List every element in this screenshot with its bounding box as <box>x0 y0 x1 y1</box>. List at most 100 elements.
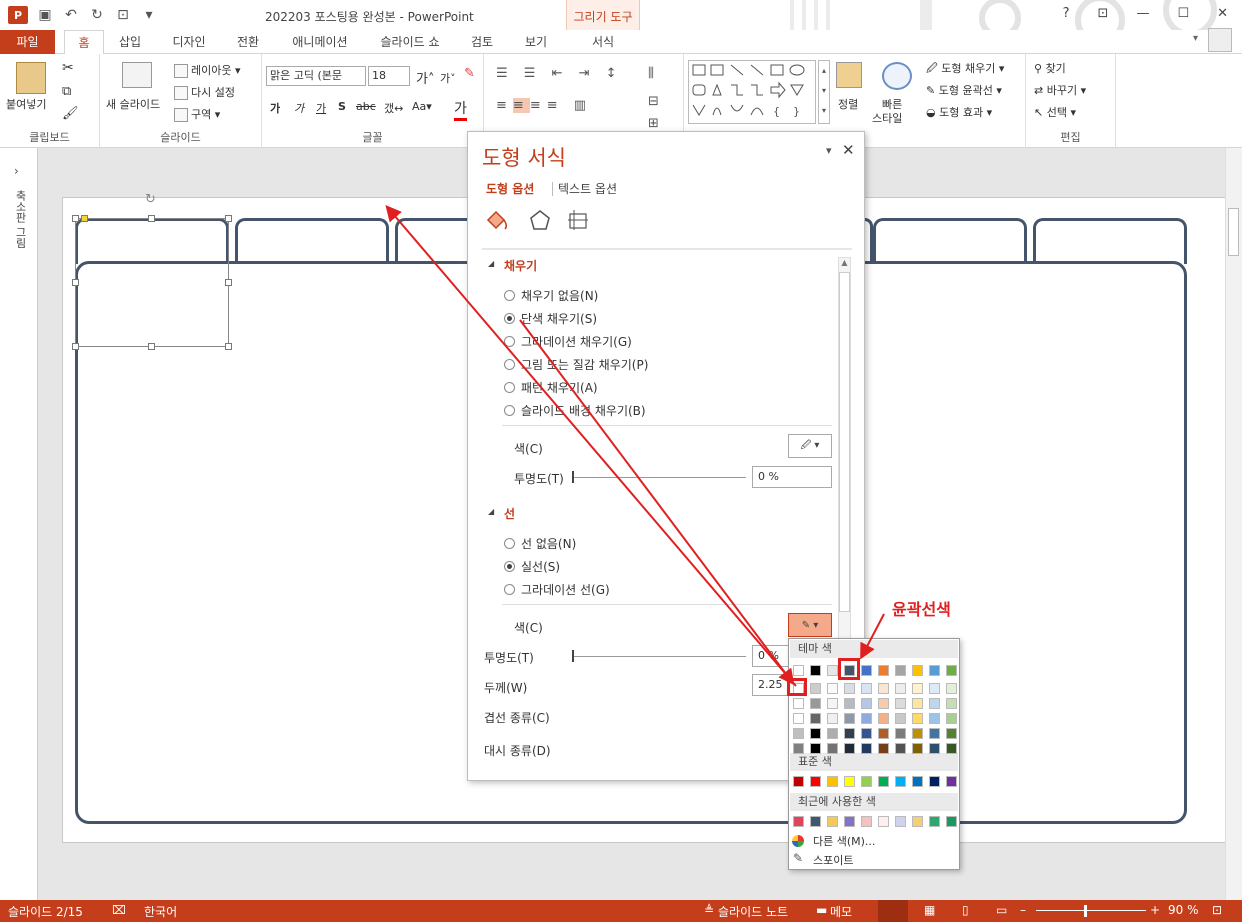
theme-color-shade-swatch[interactable] <box>844 728 855 739</box>
rotate-handle-icon[interactable]: ↻ <box>145 192 156 207</box>
tab-format[interactable]: 서식 <box>580 30 626 54</box>
tab-insert[interactable]: 삽입 <box>110 30 150 54</box>
recent-color-swatch[interactable] <box>878 816 889 827</box>
shadow-icon[interactable]: S <box>338 100 346 113</box>
theme-color-swatch[interactable] <box>810 665 821 676</box>
zoom-level[interactable]: 90 % <box>1168 903 1199 917</box>
theme-color-shade-swatch[interactable] <box>844 698 855 709</box>
standard-color-swatch[interactable] <box>861 776 872 787</box>
more-colors-item[interactable]: 다른 색(M)... <box>813 833 875 849</box>
shape-fill-button[interactable]: 도형 채우기 <box>941 62 995 75</box>
pane-close-icon[interactable]: ✕ <box>842 141 855 159</box>
font-name-combo[interactable]: 맑은 고딕 (본문 <box>266 66 366 86</box>
effects-icon[interactable] <box>528 208 552 232</box>
theme-color-shade-swatch[interactable] <box>912 713 923 724</box>
pane-scroll-up-icon[interactable]: ▲ <box>839 258 850 270</box>
theme-color-shade-swatch[interactable] <box>861 698 872 709</box>
tab-animations[interactable]: 애니메이션 <box>282 30 358 54</box>
notes-button[interactable]: 슬라이드 노트 <box>718 903 788 920</box>
theme-color-shade-swatch[interactable] <box>827 713 838 724</box>
standard-color-swatch[interactable] <box>844 776 855 787</box>
standard-color-swatch[interactable] <box>810 776 821 787</box>
theme-color-swatch[interactable] <box>895 665 906 676</box>
copy-icon[interactable]: ⧉ <box>62 84 71 99</box>
theme-color-shade-swatch[interactable] <box>929 743 940 754</box>
theme-color-shade-swatch[interactable] <box>861 743 872 754</box>
tab-view[interactable]: 보기 <box>516 30 556 54</box>
pane-options-icon[interactable]: ▾ <box>826 144 832 157</box>
line-section-toggle-icon[interactable]: ◢ <box>488 507 494 516</box>
slideshow-view-icon[interactable]: ▭ <box>996 903 1007 917</box>
shapes-gallery-scroll[interactable]: ▴ ▾ ▾ <box>818 60 830 124</box>
theme-color-shade-swatch[interactable] <box>793 713 804 724</box>
theme-color-shade-swatch[interactable] <box>827 698 838 709</box>
format-painter-icon[interactable]: 🖌 <box>62 106 79 121</box>
tab-slideshow[interactable]: 슬라이드 쇼 <box>372 30 448 54</box>
line-option-solid[interactable]: 실선(S) <box>504 558 560 575</box>
fill-transparency-input[interactable]: 0 % <box>752 466 832 488</box>
line-section-header[interactable]: 선 <box>504 505 515 522</box>
zoom-slider-thumb[interactable] <box>1084 905 1087 917</box>
theme-color-swatch[interactable] <box>929 665 940 676</box>
theme-color-shade-swatch[interactable] <box>861 683 872 694</box>
slide-tab-shape[interactable] <box>395 218 467 264</box>
fill-option-gradient[interactable]: 그라데이션 채우기(G) <box>504 333 632 350</box>
reading-view-icon[interactable]: ▯ <box>962 903 969 917</box>
theme-color-shade-swatch[interactable] <box>895 728 906 739</box>
theme-color-shade-swatch[interactable] <box>912 743 923 754</box>
zoom-out-icon[interactable]: – <box>1020 903 1026 917</box>
clear-format-icon[interactable]: ✎ <box>464 66 475 81</box>
theme-color-shade-swatch[interactable] <box>929 683 940 694</box>
standard-color-swatch[interactable] <box>912 776 923 787</box>
resize-handle[interactable] <box>72 279 79 286</box>
recent-color-swatch[interactable] <box>895 816 906 827</box>
standard-color-swatch[interactable] <box>878 776 889 787</box>
line-transparency-slider-thumb[interactable] <box>572 650 574 662</box>
scroll-thumb[interactable] <box>1228 208 1239 256</box>
fill-option-none[interactable]: 채우기 없음(N) <box>504 287 598 304</box>
fill-option-solid[interactable]: 단색 채우기(S) <box>504 310 597 327</box>
selected-shape-outline[interactable] <box>75 218 229 347</box>
maximize-button[interactable]: ☐ <box>1177 6 1189 21</box>
fill-option-pattern[interactable]: 패턴 채우기(A) <box>504 379 598 396</box>
tab-text-options[interactable]: 텍스트 옵션 <box>558 180 617 197</box>
slide-tab-shape[interactable] <box>865 218 873 264</box>
line-color-button[interactable]: ✎ ▾ <box>788 613 832 637</box>
arrange-button[interactable]: 정렬 <box>838 96 858 112</box>
align-text-icon[interactable]: ⊟ <box>648 94 659 109</box>
tab-shape-options[interactable]: 도형 옵션 <box>486 180 534 197</box>
paragraph-list-icons[interactable]: ☰ ☰ ⇤ ⇥ ↕ <box>496 66 623 81</box>
theme-color-shade-swatch[interactable] <box>946 698 957 709</box>
resize-handle[interactable] <box>225 343 232 350</box>
resize-handle[interactable] <box>72 343 79 350</box>
strikethrough-icon[interactable]: abc <box>356 100 376 113</box>
paste-icon[interactable] <box>16 62 46 94</box>
theme-color-shade-swatch[interactable] <box>844 713 855 724</box>
shrink-font-icon[interactable]: 가˅ <box>440 70 456 86</box>
quick-styles-label-2[interactable]: 스타일 <box>872 110 902 126</box>
paste-button[interactable]: 붙여넣기 <box>6 96 46 112</box>
spellcheck-icon[interactable]: ⌧ <box>112 903 126 917</box>
reset-button[interactable]: 다시 설정 <box>191 86 235 99</box>
text-direction-icon[interactable]: ⫼ <box>648 66 654 81</box>
theme-color-shade-swatch[interactable] <box>895 683 906 694</box>
fill-color-button[interactable]: 🖉 ▾ <box>788 434 832 458</box>
recent-color-swatch[interactable] <box>793 816 804 827</box>
redo-icon[interactable]: ↻ <box>88 6 106 24</box>
tab-design[interactable]: 디자인 <box>164 30 214 54</box>
zoom-slider[interactable] <box>1036 910 1146 911</box>
grow-font-icon[interactable]: 가˄ <box>416 68 434 87</box>
pane-scroll-thumb[interactable] <box>839 272 850 612</box>
tab-home[interactable]: 홈 <box>64 30 104 55</box>
recent-color-swatch[interactable] <box>844 816 855 827</box>
line-option-gradient[interactable]: 그라데이션 선(G) <box>504 581 610 598</box>
layout-button[interactable]: 레이아웃 <box>191 64 231 77</box>
shape-outline-button[interactable]: 도형 윤곽선 <box>939 84 993 97</box>
find-button[interactable]: 찾기 <box>1046 62 1066 75</box>
language-indicator[interactable]: 한국어 <box>144 903 177 920</box>
fill-line-icon[interactable] <box>484 208 510 232</box>
new-slide-icon[interactable] <box>122 62 152 88</box>
shapes-gallery[interactable]: {} <box>688 60 816 124</box>
theme-color-shade-swatch[interactable] <box>878 713 889 724</box>
theme-color-swatch[interactable] <box>793 665 804 676</box>
